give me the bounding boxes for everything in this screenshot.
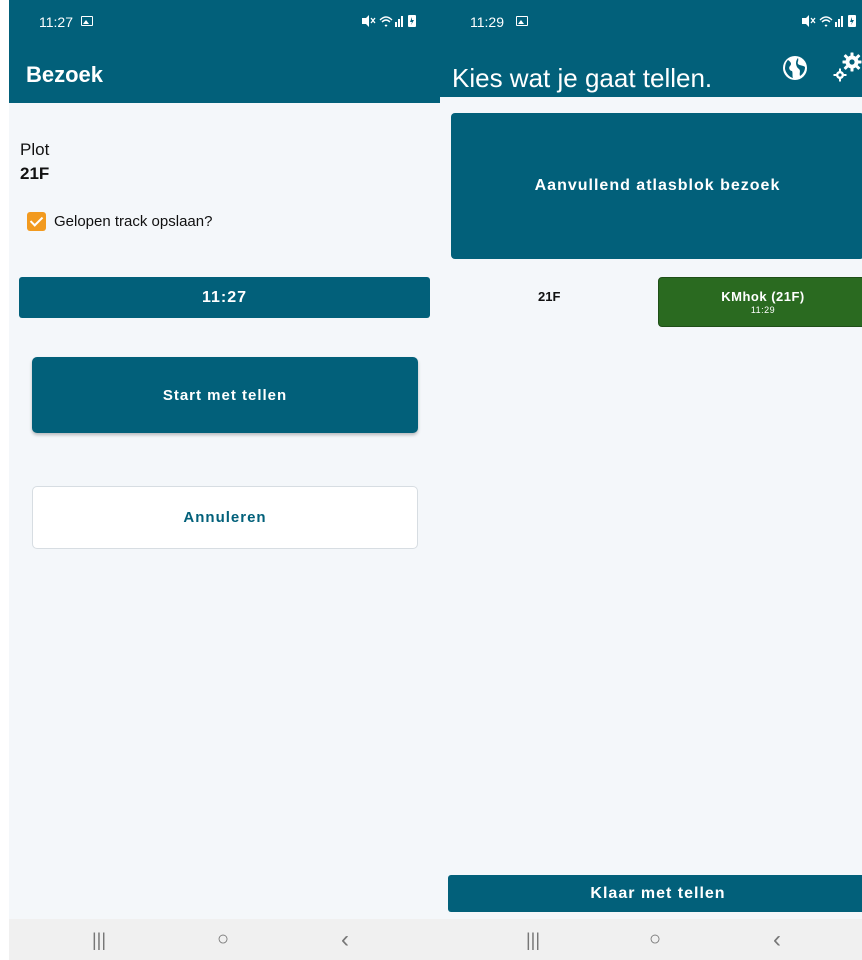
- kmhok-button-label: KMhok (21F): [721, 289, 805, 304]
- system-status-icons: [800, 14, 858, 31]
- page-title: Bezoek: [26, 62, 104, 87]
- back-icon[interactable]: ‹: [773, 926, 781, 954]
- status-bar: 11:29: [440, 0, 862, 40]
- signal-wifi-battery-icon: [802, 15, 856, 27]
- status-time: 11:27: [39, 14, 73, 30]
- app-bar: Bezoek: [9, 40, 440, 103]
- recent-apps-icon[interactable]: |||: [92, 930, 106, 951]
- system-status-icons: [360, 14, 418, 31]
- plot-value: 21F: [20, 164, 50, 183]
- track-checkbox-row[interactable]: Gelopen track opslaan?: [27, 210, 212, 232]
- system-nav-bar: ||| ○ ‹: [440, 919, 862, 960]
- start-counting-button[interactable]: Start met tellen: [32, 357, 418, 433]
- image-notification-icon: [81, 16, 93, 26]
- status-time: 11:29: [470, 14, 504, 30]
- back-icon[interactable]: ‹: [341, 926, 349, 954]
- track-checkbox-label: Gelopen track opslaan?: [54, 212, 213, 230]
- kmhok-button-time: 11:29: [750, 305, 776, 315]
- signal-wifi-battery-icon: [362, 15, 416, 27]
- left-phone-screen: 11:27 Bezoek Plot 21F Gelopen track opsl…: [9, 0, 440, 960]
- image-notification-icon: [516, 16, 528, 26]
- kmhok-button[interactable]: KMhok (21F) 11:29: [658, 277, 862, 327]
- system-nav-bar: ||| ○ ‹: [9, 919, 440, 960]
- right-phone-screen: 11:29 Kies wat je gaat tellen. Aanvullen…: [440, 0, 862, 960]
- finish-counting-button[interactable]: Klaar met tellen: [448, 875, 862, 912]
- home-icon[interactable]: ○: [649, 928, 661, 951]
- settings-gear-icon[interactable]: [833, 51, 862, 83]
- globe-icon[interactable]: [781, 54, 809, 82]
- home-icon[interactable]: ○: [217, 928, 229, 951]
- plot-code: 21F: [538, 289, 561, 304]
- cancel-button[interactable]: Annuleren: [32, 486, 418, 549]
- aanvullend-atlasblok-button[interactable]: Aanvullend atlasblok bezoek: [451, 113, 862, 259]
- status-bar: 11:27: [9, 0, 440, 40]
- recent-apps-icon[interactable]: |||: [526, 930, 540, 951]
- page-title: Kies wat je gaat tellen.: [452, 63, 713, 93]
- plot-label: Plot: [20, 140, 50, 159]
- checkbox-checked-icon[interactable]: [27, 211, 46, 231]
- time-button[interactable]: 11:27: [19, 277, 430, 318]
